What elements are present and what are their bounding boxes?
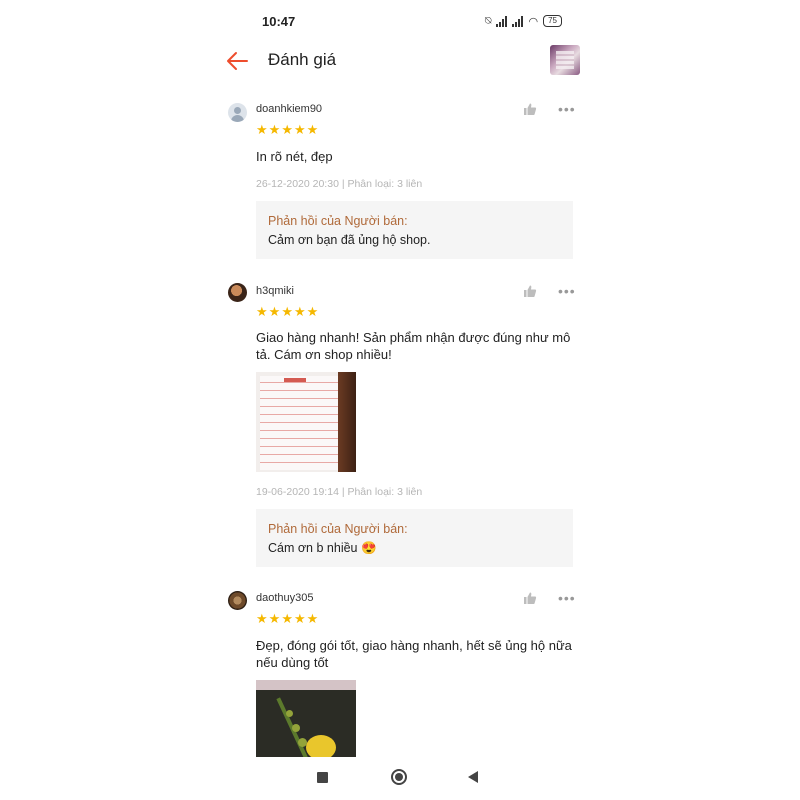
order-sheet-photo (260, 376, 338, 470)
star-icon: ★ (293, 611, 306, 626)
star-icon: ★ (281, 304, 293, 319)
seller-reply-text: Cám ơn b nhiều 😍 (268, 541, 377, 555)
recent-apps-icon[interactable] (317, 772, 328, 783)
star-icon: ★ (306, 304, 319, 319)
order-sheet-header (284, 378, 306, 382)
status-time: 10:47 (262, 14, 296, 29)
arrow-left-icon[interactable] (225, 48, 251, 74)
rating-stars: ★ ★ ★ ★ ★ (256, 305, 318, 318)
seller-reply-title: Phản hồi của Người bán: (268, 522, 408, 536)
rating-stars: ★ ★ ★ ★ ★ (256, 612, 318, 625)
star-icon: ★ (306, 122, 319, 137)
star-icon: ★ (256, 304, 268, 319)
signal-icon (496, 15, 508, 27)
battery-icon: 75 (543, 15, 562, 27)
more-dots-icon[interactable]: ••• (558, 102, 576, 116)
rating-stars: ★ ★ ★ ★ ★ (256, 123, 318, 136)
more-dots-icon[interactable]: ••• (558, 591, 576, 605)
review-comment: In rõ nét, đẹp (256, 149, 333, 164)
thumbs-up-icon[interactable] (523, 284, 537, 298)
star-icon: ★ (268, 122, 281, 137)
mute-icon: ⍉ (484, 14, 492, 27)
seller-reply: Phản hồi của Người bán: Cảm ơn bạn đã ủn… (256, 201, 573, 259)
review-meta: 19-06-2020 19:14 | Phân loại: 3 liên (256, 486, 423, 498)
review-photo[interactable] (256, 372, 356, 472)
avatar[interactable] (228, 283, 247, 302)
thumbs-up-icon[interactable] (523, 591, 537, 605)
review-username[interactable]: doanhkiem90 (256, 103, 322, 115)
star-icon: ★ (293, 122, 306, 137)
table-edge (338, 372, 356, 472)
star-icon: ★ (256, 122, 268, 137)
star-icon: ★ (306, 611, 319, 626)
review-username[interactable]: h3qmiki (256, 285, 294, 297)
signal-icon (512, 15, 524, 27)
seller-reply-text: Cảm ơn bạn đã ủng hộ shop. (268, 233, 431, 247)
status-icons: ⍉ ◠ 75 (485, 14, 562, 28)
review-comment: Đẹp, đóng gói tốt, giao hàng nhanh, hết … (256, 638, 572, 670)
product-thumbnail[interactable] (550, 45, 580, 75)
flower-bud (292, 724, 300, 732)
thumbs-up-icon[interactable] (523, 102, 537, 116)
star-icon: ★ (281, 122, 293, 137)
star-icon: ★ (268, 611, 281, 626)
seller-reply-title: Phản hồi của Người bán: (268, 214, 408, 228)
page-title: Đánh giá (268, 50, 337, 69)
screen: 10:47 ⍉ ◠ 75 Đánh giá doanhkiem90 ••• ★ ★… (215, 0, 590, 800)
seller-reply: Phản hồi của Người bán: Cám ơn b nhiều 😍 (256, 509, 573, 567)
more-dots-icon[interactable]: ••• (558, 284, 576, 298)
avatar[interactable] (228, 103, 247, 122)
star-icon: ★ (281, 611, 293, 626)
star-icon: ★ (293, 304, 306, 319)
review-username[interactable]: daothuy305 (256, 592, 314, 604)
review-comment: Giao hàng nhanh! Sản phẩm nhận được đúng… (256, 330, 571, 362)
avatar[interactable] (228, 591, 247, 610)
status-bar: 10:47 ⍉ ◠ 75 (215, 0, 590, 40)
star-icon: ★ (256, 611, 268, 626)
flower-bud (286, 710, 293, 717)
review-meta: 26-12-2020 20:30 | Phân loại: 3 liên (256, 178, 423, 190)
wifi-icon: ◠ (528, 15, 539, 28)
home-icon[interactable] (391, 769, 407, 785)
back-triangle-icon[interactable] (468, 771, 478, 783)
star-icon: ★ (268, 304, 281, 319)
app-header: Đánh giá (215, 40, 590, 82)
system-nav-bar (215, 757, 590, 800)
